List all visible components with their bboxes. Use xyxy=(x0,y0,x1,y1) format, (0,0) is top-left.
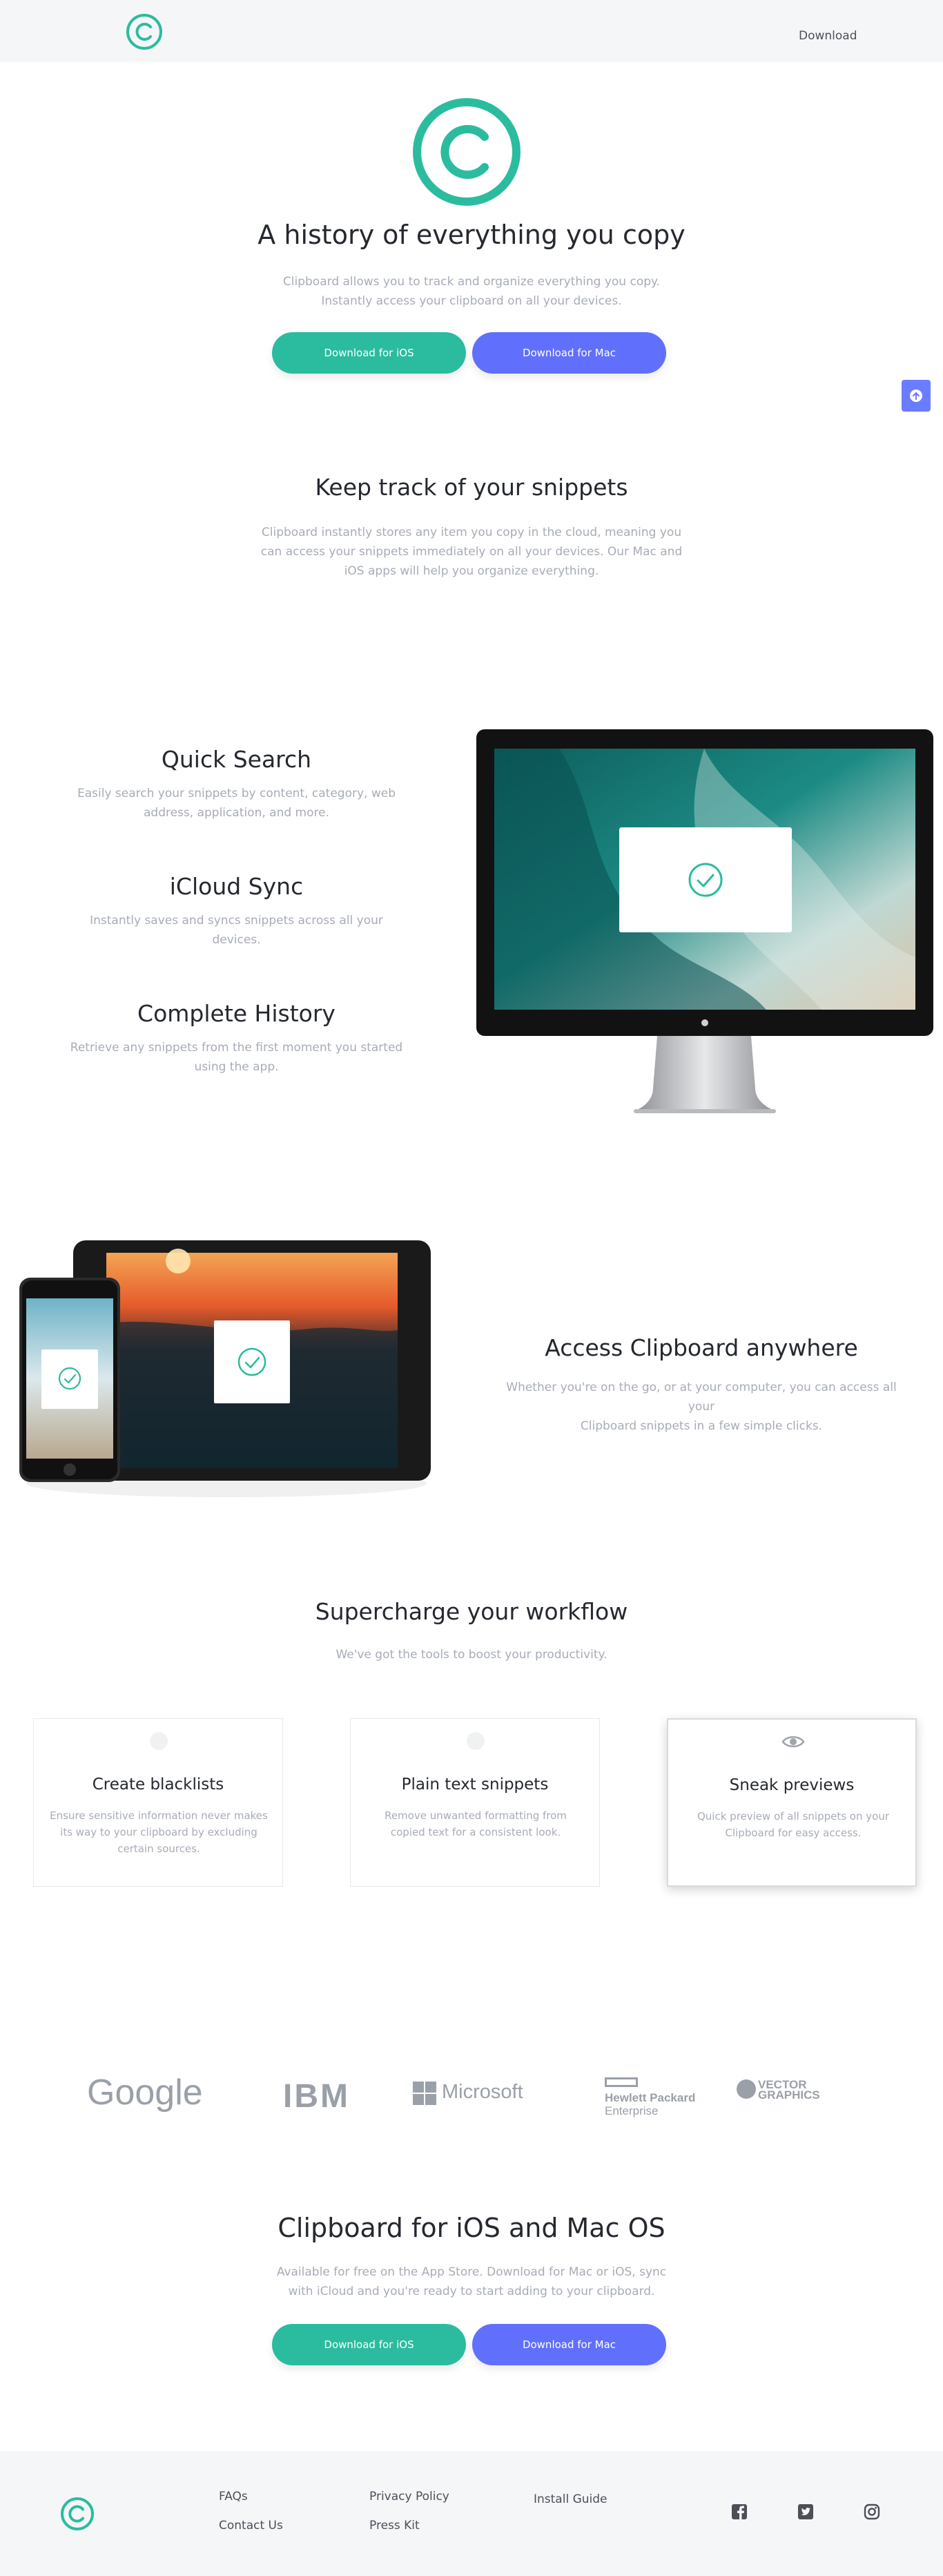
snippets-line2: can access your snippets immediately on … xyxy=(260,545,683,559)
nav-download-link[interactable]: Download xyxy=(799,29,857,43)
card-create-blacklists: Create blacklists Ensure sensitive infor… xyxy=(33,1718,283,1887)
cta-line1: Available for free on the App Store. Dow… xyxy=(276,2265,667,2279)
hero-description-line2: Instantly access your clipboard on all y… xyxy=(321,294,622,308)
feature-description-line1: Retrieve any snippets from the first mom… xyxy=(70,1041,403,1055)
card-description: Remove unwanted formatting from copied t… xyxy=(364,1807,587,1840)
card-description: Quick preview of all snippets on your Cl… xyxy=(682,1808,904,1841)
feature-description-line1: Easily search your snippets by content, … xyxy=(77,787,396,800)
feature-description-line2: devices. xyxy=(212,933,261,947)
feature-description-line2: using the app. xyxy=(194,1060,279,1074)
snippets-line1: Clipboard instantly stores any item you … xyxy=(261,526,682,539)
workflow-title: Supercharge your workflow xyxy=(315,1598,628,1625)
hero-logo-icon xyxy=(413,98,521,206)
card-description-line3: certain sources. xyxy=(117,1843,200,1855)
footer-link-contact[interactable]: Contact Us xyxy=(219,2519,283,2532)
cta-line2: with iCloud and you're ready to start ad… xyxy=(288,2285,655,2298)
copyright-logo-icon[interactable] xyxy=(125,12,164,51)
vector-graphics-logo: VECTOR GRAPHICS xyxy=(736,2079,833,2106)
cta-download-mac-button[interactable]: Download for Mac xyxy=(472,2324,666,2365)
blacklist-icon xyxy=(150,1732,168,1750)
footer-link-privacy[interactable]: Privacy Policy xyxy=(369,2490,449,2503)
hp-line1: Hewlett Packard xyxy=(605,2091,696,2104)
desktop-monitor-image xyxy=(476,729,933,1113)
card-description: Ensure sensitive information never makes… xyxy=(48,1807,270,1857)
instagram-icon[interactable] xyxy=(863,2503,881,2521)
microsoft-logo: Microsoft xyxy=(413,2081,585,2109)
hero-description-line1: Clipboard allows you to track and organi… xyxy=(282,275,661,289)
workflow-subtitle: We've got the tools to boost your produc… xyxy=(336,1648,607,1662)
vector-line2: GRAPHICS xyxy=(758,2088,820,2102)
footer-link-press[interactable]: Press Kit xyxy=(369,2519,420,2532)
snippets-title: Keep track of your snippets xyxy=(315,474,628,501)
vector-circle-icon xyxy=(737,2079,756,2099)
card-sneak-previews[interactable]: Sneak previews Quick preview of all snip… xyxy=(667,1718,917,1887)
feature-quick-search: Quick Search Easily search your snippets… xyxy=(41,746,431,823)
card-description-line1: Remove unwanted formatting from xyxy=(385,1809,567,1822)
footer-link-install[interactable]: Install Guide xyxy=(534,2492,607,2506)
hero-download-mac-button[interactable]: Download for Mac xyxy=(472,332,666,374)
top-bar: Download xyxy=(0,0,943,62)
card-plain-text-snippets: Plain text snippets Remove unwanted form… xyxy=(350,1718,600,1887)
ibm-logo: IBM xyxy=(283,2078,350,2115)
eye-icon xyxy=(781,1736,805,1747)
scroll-to-top-button[interactable] xyxy=(902,380,931,412)
text-icon xyxy=(467,1732,485,1750)
twitter-icon[interactable] xyxy=(797,2503,815,2521)
card-description-line2: copied text for a consistent look. xyxy=(390,1826,561,1838)
facebook-icon[interactable] xyxy=(730,2503,748,2521)
footer: FAQs Contact Us Privacy Policy Press Kit… xyxy=(0,2451,943,2576)
footer-logo-icon[interactable] xyxy=(59,2496,95,2532)
access-title: Access Clipboard anywhere xyxy=(545,1334,858,1361)
cta-download-ios-button[interactable]: Download for iOS xyxy=(272,2324,466,2365)
feature-description-line1: Instantly saves and syncs snippets acros… xyxy=(90,914,383,927)
footer-link-faqs[interactable]: FAQs xyxy=(219,2490,248,2503)
card-description-line2: its way to your clipboard by excluding xyxy=(60,1826,257,1838)
hp-enterprise-logo: Hewlett Packard Enterprise xyxy=(605,2077,708,2122)
feature-icloud-sync: iCloud Sync Instantly saves and syncs sn… xyxy=(41,873,431,950)
card-title: Plain text snippets xyxy=(401,1776,549,1794)
card-title: Sneak previews xyxy=(729,1776,855,1794)
card-description-line1: Ensure sensitive information never makes xyxy=(50,1809,268,1822)
card-description-line1: Quick preview of all snippets on your xyxy=(697,1810,889,1823)
card-description-line2: Clipboard for easy access. xyxy=(725,1827,862,1839)
feature-description-line2: address, application, and more. xyxy=(143,806,329,820)
hero-download-ios-button[interactable]: Download for iOS xyxy=(272,332,466,374)
hp-rectangle-icon xyxy=(605,2077,638,2087)
microsoft-squares-icon xyxy=(413,2082,436,2105)
feature-title: Quick Search xyxy=(161,746,312,773)
hp-line2: Enterprise xyxy=(605,2104,659,2117)
access-line2: Clipboard snippets in a few simple click… xyxy=(580,1419,823,1433)
access-line1: Whether you're on the go, or at your com… xyxy=(506,1381,897,1414)
arrow-up-icon xyxy=(910,390,922,402)
hero-title: A history of everything you copy xyxy=(257,220,686,250)
card-title: Create blacklists xyxy=(92,1776,224,1794)
cta-title: Clipboard for iOS and Mac OS xyxy=(278,2213,665,2243)
snippets-line3: iOS apps will help you organize everythi… xyxy=(344,564,599,578)
feature-complete-history: Complete History Retrieve any snippets f… xyxy=(41,1000,431,1077)
feature-title: iCloud Sync xyxy=(169,873,304,900)
feature-title: Complete History xyxy=(137,1000,336,1027)
google-logo: Google xyxy=(87,2073,203,2113)
microsoft-wordmark: Microsoft xyxy=(442,2081,523,2103)
access-section: Access Clipboard anywhere Whether you're… xyxy=(494,1334,908,1436)
devices-image xyxy=(19,1240,431,1497)
